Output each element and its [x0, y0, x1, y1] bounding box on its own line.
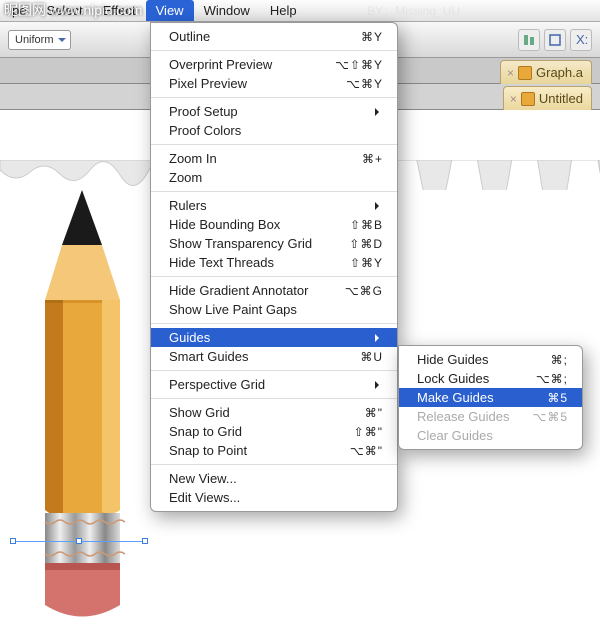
- menu-item-label: Zoom In: [169, 151, 342, 166]
- menu-item-rulers[interactable]: Rulers: [151, 196, 397, 215]
- document-tab-untitled[interactable]: × Untitled: [503, 86, 592, 110]
- menu-shortcut: ⇧⌘": [354, 425, 383, 439]
- menu-view[interactable]: View: [146, 0, 194, 21]
- transform-icon[interactable]: [544, 29, 566, 51]
- menu-item-label: Clear Guides: [417, 428, 568, 443]
- menu-item-label: Hide Guides: [417, 352, 531, 367]
- menu-item-label: Release Guides: [417, 409, 512, 424]
- menu-item-label: Hide Gradient Annotator: [169, 283, 325, 298]
- menu-item-label: Show Transparency Grid: [169, 236, 329, 251]
- menu-item-show-live-paint-gaps[interactable]: Show Live Paint Gaps: [151, 300, 397, 319]
- doc-tab-label: Graph.a: [536, 65, 583, 80]
- stroke-profile-dropdown[interactable]: Uniform: [8, 30, 71, 50]
- menu-item-snap-to-point[interactable]: Snap to Point ⌥⌘": [151, 441, 397, 460]
- menu-item-label: Pixel Preview: [169, 76, 326, 91]
- menu-item-label: Make Guides: [417, 390, 527, 405]
- menu-shortcut: ⌘": [365, 406, 383, 420]
- menu-item-label: Hide Bounding Box: [169, 217, 330, 232]
- menu-shortcut: ⌘5: [547, 391, 568, 405]
- menu-item-label: Hide Text Threads: [169, 255, 330, 270]
- menu-item-snap-to-grid[interactable]: Snap to Grid ⇧⌘": [151, 422, 397, 441]
- align-icon[interactable]: [518, 29, 540, 51]
- doc-tab-label: Untitled: [539, 91, 583, 106]
- menu-item-guides[interactable]: Guides: [151, 328, 397, 347]
- ai-file-icon: [521, 92, 535, 106]
- menu-item-show-grid[interactable]: Show Grid ⌘": [151, 403, 397, 422]
- svg-text:X:: X:: [576, 33, 588, 47]
- menu-item-label: Snap to Grid: [169, 424, 334, 439]
- menu-item-edit-views-[interactable]: Edit Views...: [151, 488, 397, 507]
- submenu-item-hide-guides[interactable]: Hide Guides ⌘;: [399, 350, 582, 369]
- pencil-illustration: [35, 190, 130, 620]
- menu-item-label: Show Live Paint Gaps: [169, 302, 383, 317]
- menu-item-label: Lock Guides: [417, 371, 516, 386]
- menu-item-show-transparency-grid[interactable]: Show Transparency Grid ⇧⌘D: [151, 234, 397, 253]
- menu-item-overprint-preview[interactable]: Overprint Preview ⌥⇧⌘Y: [151, 55, 397, 74]
- submenu-item-release-guides: Release Guides ⌥⌘5: [399, 407, 582, 426]
- menu-item-new-view-[interactable]: New View...: [151, 469, 397, 488]
- selection-handle[interactable]: [76, 538, 82, 544]
- menu-item-perspective-grid[interactable]: Perspective Grid: [151, 375, 397, 394]
- selection-handle[interactable]: [10, 538, 16, 544]
- submenu-arrow-icon: [375, 104, 383, 119]
- menu-shortcut: ⌘;: [551, 353, 568, 367]
- close-icon[interactable]: ×: [510, 92, 517, 106]
- submenu-item-lock-guides[interactable]: Lock Guides ⌥⌘;: [399, 369, 582, 388]
- menu-item-label: Zoom: [169, 170, 383, 185]
- menu-item-label: Perspective Grid: [169, 377, 375, 392]
- submenu-item-clear-guides: Clear Guides: [399, 426, 582, 445]
- menu-item-outline[interactable]: Outline ⌘Y: [151, 27, 397, 46]
- menu-shortcut: ⌥⌘G: [345, 284, 383, 298]
- menu-shortcut: ⇧⌘Y: [350, 256, 383, 270]
- document-tab-graph[interactable]: × Graph.a: [500, 60, 592, 84]
- close-icon[interactable]: ×: [507, 66, 514, 80]
- menu-window[interactable]: Window: [194, 0, 260, 21]
- menu-item-hide-bounding-box[interactable]: Hide Bounding Box ⇧⌘B: [151, 215, 397, 234]
- menu-item-hide-gradient-annotator[interactable]: Hide Gradient Annotator ⌥⌘G: [151, 281, 397, 300]
- menu-shortcut: ⌥⌘": [350, 444, 383, 458]
- menu-shortcut: ⇧⌘D: [349, 237, 383, 251]
- menu-shortcut: ⌘U: [360, 350, 383, 364]
- ai-file-icon: [518, 66, 532, 80]
- watermark-text: 昵图网 www.nipic.com: [4, 0, 142, 20]
- menu-shortcut: ⌥⌘5: [532, 410, 568, 424]
- submenu-arrow-icon: [375, 377, 383, 392]
- menu-shortcut: ⌥⌘Y: [346, 77, 383, 91]
- watermark-author: BY：Missing_UU: [367, 2, 460, 19]
- menu-shortcut: ⌘Y: [361, 30, 383, 44]
- menu-item-label: Proof Colors: [169, 123, 383, 138]
- menu-item-label: Overprint Preview: [169, 57, 315, 72]
- menu-item-label: Proof Setup: [169, 104, 375, 119]
- menu-help[interactable]: Help: [260, 0, 307, 21]
- selection-handle[interactable]: [142, 538, 148, 544]
- submenu-item-make-guides[interactable]: Make Guides ⌘5: [399, 388, 582, 407]
- menu-item-proof-colors[interactable]: Proof Colors: [151, 121, 397, 140]
- view-menu-dropdown: Outline ⌘Y Overprint Preview ⌥⇧⌘Y Pixel Prev…: [150, 22, 398, 512]
- menu-item-pixel-preview[interactable]: Pixel Preview ⌥⌘Y: [151, 74, 397, 93]
- menu-item-label: Show Grid: [169, 405, 345, 420]
- submenu-arrow-icon: [375, 198, 383, 213]
- menu-shortcut: ⌥⇧⌘Y: [335, 58, 383, 72]
- menu-item-label: Edit Views...: [169, 490, 383, 505]
- menu-shortcut: ⌘+: [362, 152, 383, 166]
- menu-item-zoom-in[interactable]: Zoom In ⌘+: [151, 149, 397, 168]
- menu-item-zoom[interactable]: Zoom: [151, 168, 397, 187]
- menu-item-label: Rulers: [169, 198, 375, 213]
- x-coord-icon[interactable]: X:: [570, 29, 592, 51]
- menu-item-label: Snap to Point: [169, 443, 330, 458]
- menu-item-hide-text-threads[interactable]: Hide Text Threads ⇧⌘Y: [151, 253, 397, 272]
- menu-item-proof-setup[interactable]: Proof Setup: [151, 102, 397, 121]
- menu-item-label: New View...: [169, 471, 383, 486]
- menu-item-smart-guides[interactable]: Smart Guides ⌘U: [151, 347, 397, 366]
- menu-item-label: Outline: [169, 29, 341, 44]
- menu-shortcut: ⇧⌘B: [350, 218, 383, 232]
- menu-item-label: Smart Guides: [169, 349, 340, 364]
- submenu-arrow-icon: [375, 330, 383, 345]
- menu-shortcut: ⌥⌘;: [536, 372, 568, 386]
- guides-submenu: Hide Guides ⌘; Lock Guides ⌥⌘; Make Guides ⌘5…: [398, 345, 583, 450]
- menu-item-label: Guides: [169, 330, 375, 345]
